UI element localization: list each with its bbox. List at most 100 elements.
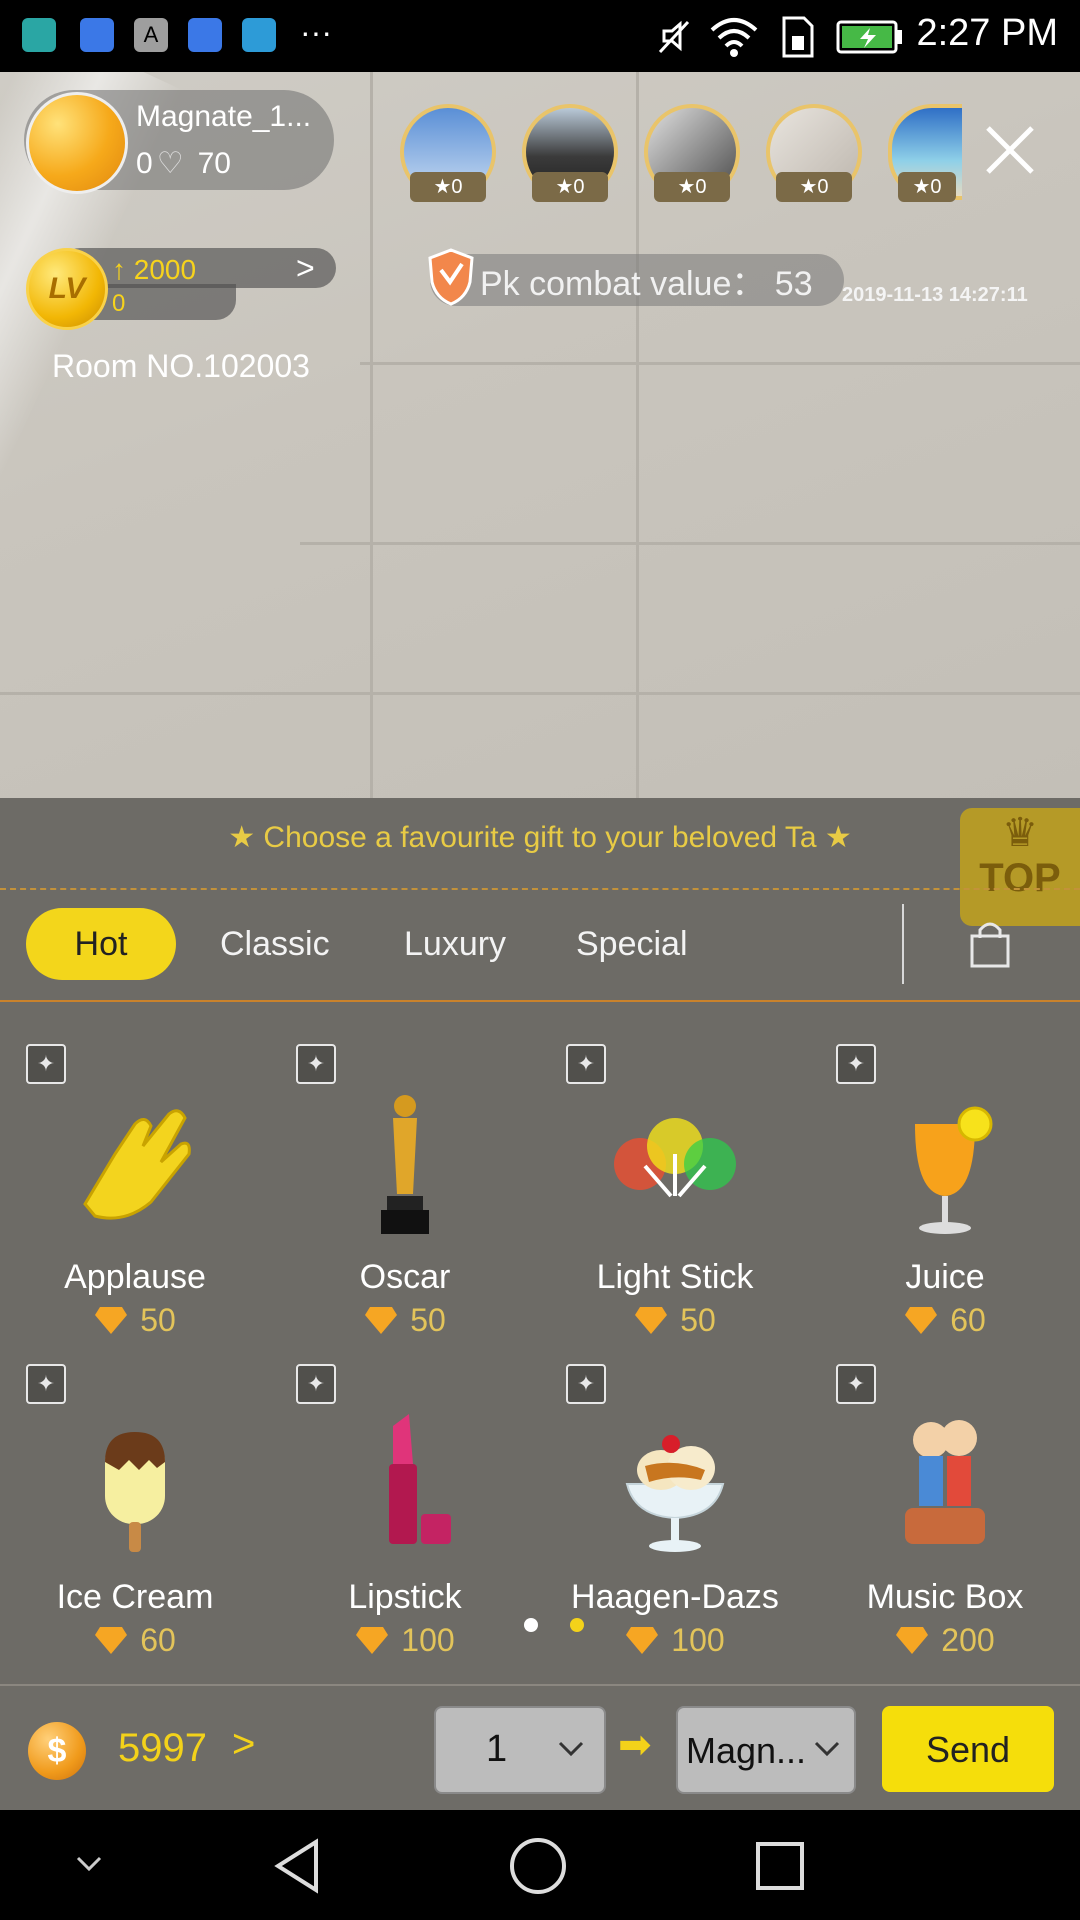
effect-flag-icon: ✦ (296, 1364, 336, 1404)
top-badge[interactable]: ♛ TOP (960, 808, 1080, 926)
applause-icon (83, 1109, 191, 1220)
chevron-down-icon (814, 1741, 840, 1757)
gift-name: Light Stick (596, 1258, 754, 1296)
gift-name: Juice (905, 1258, 985, 1296)
sim-icon (782, 16, 814, 58)
gift-price: 50 (270, 1302, 540, 1339)
sundae-icon (625, 1435, 725, 1552)
gift-name: Music Box (866, 1578, 1024, 1616)
tab-classic[interactable]: Classic (220, 908, 330, 980)
viewer-badge: ★0 (898, 172, 956, 202)
room-number: Room NO.102003 (52, 348, 310, 384)
gift-price: 100 (270, 1622, 540, 1659)
gift-item[interactable]: ✦ Light Stick 50 (540, 1044, 810, 1364)
navigation-bar (0, 1810, 1080, 1920)
host-likes-count: 70 (197, 147, 231, 180)
diamond-icon (95, 1627, 128, 1654)
crown-icon: ♛ (1002, 811, 1038, 855)
tab-underline (0, 1000, 1080, 1002)
gift-item[interactable]: ✦ Music Box 200 (810, 1364, 1080, 1684)
recipient-select[interactable]: Magn... (676, 1706, 856, 1794)
gift-item[interactable]: ✦ Lipstick 100 (270, 1364, 540, 1684)
gift-name: Lipstick (348, 1578, 462, 1616)
gift-price: 60 (0, 1622, 270, 1659)
lipstick-icon (389, 1414, 451, 1544)
dashed-divider (0, 888, 1080, 890)
baidu-icon (188, 18, 222, 52)
gift-item[interactable]: ✦ Oscar 50 (270, 1044, 540, 1364)
diamond-icon (365, 1307, 398, 1334)
viewer-badge: ★0 (532, 172, 608, 202)
gift-name: Haagen-Dazs (571, 1578, 779, 1616)
gift-item[interactable]: ✦ Juice 60 (810, 1044, 1080, 1364)
host-likes: 0 ♡ 70 (136, 146, 231, 181)
tab-divider (902, 904, 904, 984)
clock: 2:27 PM (916, 12, 1058, 54)
light-stick-icon (614, 1118, 736, 1198)
host-likes-zero: 0 (136, 147, 153, 180)
tab-special[interactable]: Special (576, 908, 688, 980)
arrow-right-icon: ➡ (618, 1723, 652, 1767)
wifi-icon (710, 18, 758, 57)
gift-panel-tip: ★ Choose a favourite gift to your belove… (228, 821, 852, 854)
diamond-icon (356, 1627, 389, 1654)
home-icon[interactable] (508, 1836, 568, 1896)
tab-hot[interactable]: Hot (26, 908, 176, 980)
oscar-statue-icon (381, 1095, 429, 1234)
gift-item[interactable]: ✦ Ice Cream 60 (0, 1364, 270, 1684)
baidu-icon (80, 18, 114, 52)
bag-icon[interactable] (968, 918, 1012, 970)
top-label: TOP (979, 856, 1061, 900)
page-dot-active[interactable] (570, 1618, 584, 1632)
back-icon[interactable] (272, 1838, 322, 1894)
mute-icon (658, 20, 690, 54)
heart-icon: ♡ (156, 147, 184, 180)
pk-combat-value: Pk combat value： 53 (480, 265, 813, 303)
tab-luxury[interactable]: Luxury (404, 908, 506, 980)
level-current: 0 (112, 290, 126, 317)
gift-price: 50 (540, 1302, 810, 1339)
diamond-icon (896, 1627, 929, 1654)
effect-flag-icon: ✦ (836, 1364, 876, 1404)
coin-balance[interactable]: 5997 (118, 1726, 207, 1771)
page-dot[interactable] (524, 1618, 538, 1632)
shield-icon (428, 248, 474, 306)
close-icon[interactable] (980, 120, 1040, 180)
level-badge: LV (26, 248, 108, 330)
viewer-badge: ★0 (410, 172, 486, 202)
chevron-down-icon (558, 1741, 584, 1757)
chevron-down-icon[interactable] (74, 1852, 104, 1876)
recents-icon[interactable] (754, 1840, 806, 1892)
gift-price: 60 (810, 1302, 1080, 1339)
telegram-icon (242, 18, 276, 52)
ice-cream-icon (105, 1432, 165, 1552)
effect-flag-icon: ✦ (566, 1364, 606, 1404)
gift-price: 50 (0, 1302, 270, 1339)
quantity-value: 1 (486, 1728, 508, 1770)
send-button[interactable]: Send (882, 1706, 1054, 1792)
battery-icon (836, 20, 902, 54)
effect-flag-icon: ✦ (836, 1044, 876, 1084)
effect-flag-icon: ✦ (566, 1044, 606, 1084)
android-icon (22, 18, 56, 52)
gift-price: 200 (810, 1622, 1080, 1659)
diamond-icon (95, 1307, 128, 1334)
host-avatar[interactable] (26, 92, 128, 194)
effect-flag-icon: ✦ (26, 1364, 66, 1404)
gift-item[interactable]: ✦ Applause 50 (0, 1044, 270, 1364)
chevron-right-icon[interactable]: > (296, 250, 315, 287)
effect-flag-icon: ✦ (296, 1044, 336, 1084)
host-name: Magnate_1... (136, 100, 312, 133)
quantity-select[interactable]: 1 (434, 1706, 606, 1794)
diamond-icon (635, 1307, 668, 1334)
chevron-right-icon[interactable]: > (232, 1722, 255, 1767)
viewer-badge: ★0 (776, 172, 852, 202)
diamond-icon (905, 1307, 938, 1334)
level-up-value: ↑ 2000 (112, 254, 197, 285)
gift-item[interactable]: ✦ Haagen-Dazs 100 (540, 1364, 810, 1684)
diamond-icon (626, 1627, 659, 1654)
juice-icon (915, 1106, 993, 1234)
status-bar: A ··· 2:27 PM (0, 0, 1080, 72)
gift-name: Applause (64, 1258, 206, 1296)
more-icon: ··· (300, 14, 332, 50)
